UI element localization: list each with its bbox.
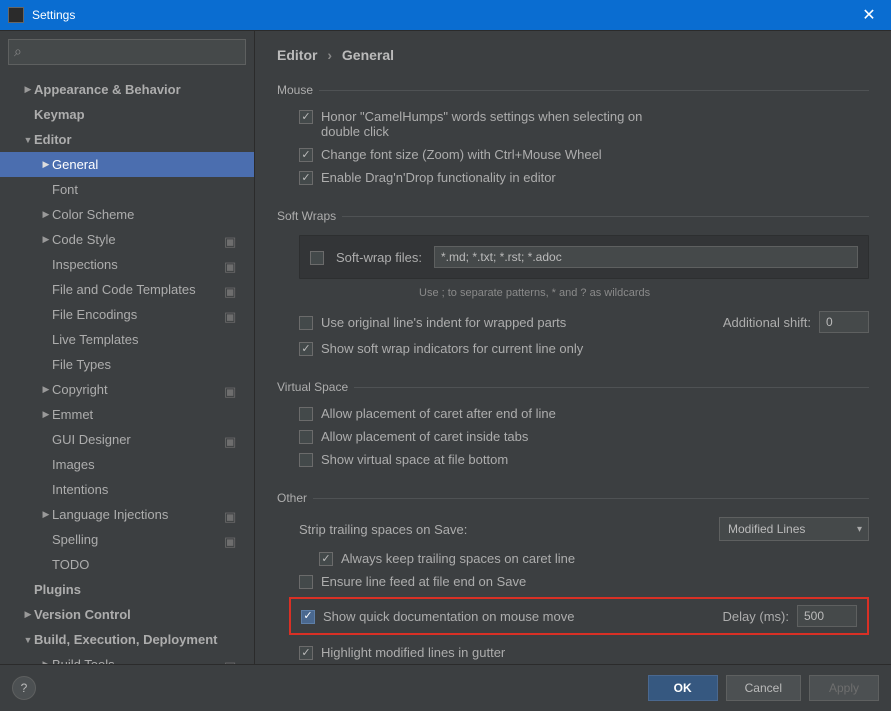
tree-code-style[interactable]: ▶Code Style▣ xyxy=(0,227,254,252)
label-camelhumps: Honor "CamelHumps" words settings when s… xyxy=(321,109,651,139)
breadcrumb: Editor › General xyxy=(277,47,869,63)
checkbox-ensure-lf[interactable] xyxy=(299,575,313,589)
tree-color-scheme[interactable]: ▶Color Scheme xyxy=(0,202,254,227)
label-keep-caret-spaces: Always keep trailing spaces on caret lin… xyxy=(341,551,575,566)
input-softwrap-files[interactable] xyxy=(434,246,858,268)
input-delay[interactable] xyxy=(797,605,857,627)
checkbox-camelhumps[interactable] xyxy=(299,110,313,124)
cancel-button[interactable]: Cancel xyxy=(726,675,801,701)
label-caret-inside-tabs: Allow placement of caret inside tabs xyxy=(321,429,528,444)
group-mouse: Mouse xyxy=(277,83,869,97)
tree-gui-designer[interactable]: GUI Designer▣ xyxy=(0,427,254,452)
tree-appearance-behavior[interactable]: ▶Appearance & Behavior xyxy=(0,77,254,102)
breadcrumb-separator-icon: › xyxy=(327,47,332,63)
select-strip-trailing[interactable]: Modified Lines xyxy=(719,517,869,541)
tree-font[interactable]: Font xyxy=(0,177,254,202)
label-use-original-indent: Use original line's indent for wrapped p… xyxy=(321,315,566,330)
left-pane: ▶Appearance & Behavior Keymap ▼Editor ▶G… xyxy=(0,31,255,664)
tree-version-control[interactable]: ▶Version Control xyxy=(0,602,254,627)
checkbox-virtual-file-bottom[interactable] xyxy=(299,453,313,467)
label-strip-trailing: Strip trailing spaces on Save: xyxy=(299,522,467,537)
label-delay: Delay (ms): xyxy=(723,609,789,624)
settings-content: Editor › General Mouse Honor "CamelHumps… xyxy=(255,31,891,664)
search-input[interactable] xyxy=(8,39,246,65)
project-marker-icon: ▣ xyxy=(224,384,236,396)
button-bar: ? OK Cancel Apply xyxy=(0,664,891,711)
window-title: Settings xyxy=(32,8,75,22)
project-marker-icon: ▣ xyxy=(224,234,236,246)
breadcrumb-root[interactable]: Editor xyxy=(277,47,317,63)
apply-button[interactable]: Apply xyxy=(809,675,879,701)
checkbox-highlight-modified[interactable] xyxy=(299,646,313,660)
tree-keymap[interactable]: Keymap xyxy=(0,102,254,127)
input-additional-shift[interactable] xyxy=(819,311,869,333)
project-marker-icon: ▣ xyxy=(224,434,236,446)
label-ensure-lf: Ensure line feed at file end on Save xyxy=(321,574,526,589)
project-marker-icon: ▣ xyxy=(224,534,236,546)
label-softwrap-files: Soft-wrap files: xyxy=(336,250,422,265)
tree-file-types[interactable]: File Types xyxy=(0,352,254,377)
softwrap-files-row: Soft-wrap files: xyxy=(299,235,869,279)
tree-todo[interactable]: TODO xyxy=(0,552,254,577)
checkbox-keep-caret-spaces[interactable] xyxy=(319,552,333,566)
hint-softwrap: Use ; to separate patterns, * and ? as w… xyxy=(419,287,869,299)
tree-language-injections[interactable]: ▶Language Injections▣ xyxy=(0,502,254,527)
tree-build-exec-deploy[interactable]: ▼Build, Execution, Deployment xyxy=(0,627,254,652)
label-highlight-modified: Highlight modified lines in gutter xyxy=(321,645,505,660)
label-show-indicators: Show soft wrap indicators for current li… xyxy=(321,341,583,356)
checkbox-quick-doc[interactable] xyxy=(301,610,315,624)
checkbox-zoom[interactable] xyxy=(299,148,313,162)
label-additional-shift: Additional shift: xyxy=(723,315,811,330)
label-quick-doc: Show quick documentation on mouse move xyxy=(323,609,715,624)
tree-plugins[interactable]: Plugins xyxy=(0,577,254,602)
tree-images[interactable]: Images xyxy=(0,452,254,477)
project-marker-icon: ▣ xyxy=(224,309,236,321)
group-virtualspace: Virtual Space xyxy=(277,380,869,394)
project-marker-icon: ▣ xyxy=(224,509,236,521)
tree-live-templates[interactable]: Live Templates xyxy=(0,327,254,352)
titlebar: Settings ✕ xyxy=(0,0,891,30)
tree-general[interactable]: ▶General xyxy=(0,152,254,177)
settings-tree: ▶Appearance & Behavior Keymap ▼Editor ▶G… xyxy=(0,73,254,664)
tree-intentions[interactable]: Intentions xyxy=(0,477,254,502)
breadcrumb-page: General xyxy=(342,47,394,63)
project-marker-icon: ▣ xyxy=(224,259,236,271)
help-button[interactable]: ? xyxy=(12,676,36,700)
tree-copyright[interactable]: ▶Copyright▣ xyxy=(0,377,254,402)
tree-file-encodings[interactable]: File Encodings▣ xyxy=(0,302,254,327)
group-softwraps: Soft Wraps xyxy=(277,209,869,223)
highlighted-quickdoc-row: Show quick documentation on mouse move D… xyxy=(289,597,869,635)
label-dnd: Enable Drag'n'Drop functionality in edit… xyxy=(321,170,556,185)
project-marker-icon: ▣ xyxy=(224,284,236,296)
tree-emmet[interactable]: ▶Emmet xyxy=(0,402,254,427)
tree-spelling[interactable]: Spelling▣ xyxy=(0,527,254,552)
project-marker-icon: ▣ xyxy=(224,659,236,665)
tree-editor[interactable]: ▼Editor xyxy=(0,127,254,152)
group-other: Other xyxy=(277,491,869,505)
label-virtual-file-bottom: Show virtual space at file bottom xyxy=(321,452,508,467)
checkbox-use-original-indent[interactable] xyxy=(299,316,313,330)
label-caret-after-eol: Allow placement of caret after end of li… xyxy=(321,406,556,421)
tree-build-tools[interactable]: ▶Build Tools▣ xyxy=(0,652,254,664)
label-zoom: Change font size (Zoom) with Ctrl+Mouse … xyxy=(321,147,602,162)
checkbox-caret-after-eol[interactable] xyxy=(299,407,313,421)
checkbox-softwrap-files[interactable] xyxy=(310,251,324,265)
close-icon[interactable]: ✕ xyxy=(847,0,891,30)
app-logo-icon xyxy=(8,7,24,23)
checkbox-dnd[interactable] xyxy=(299,171,313,185)
ok-button[interactable]: OK xyxy=(648,675,718,701)
checkbox-show-indicators[interactable] xyxy=(299,342,313,356)
tree-file-code-templates[interactable]: File and Code Templates▣ xyxy=(0,277,254,302)
tree-inspections[interactable]: Inspections▣ xyxy=(0,252,254,277)
checkbox-caret-inside-tabs[interactable] xyxy=(299,430,313,444)
